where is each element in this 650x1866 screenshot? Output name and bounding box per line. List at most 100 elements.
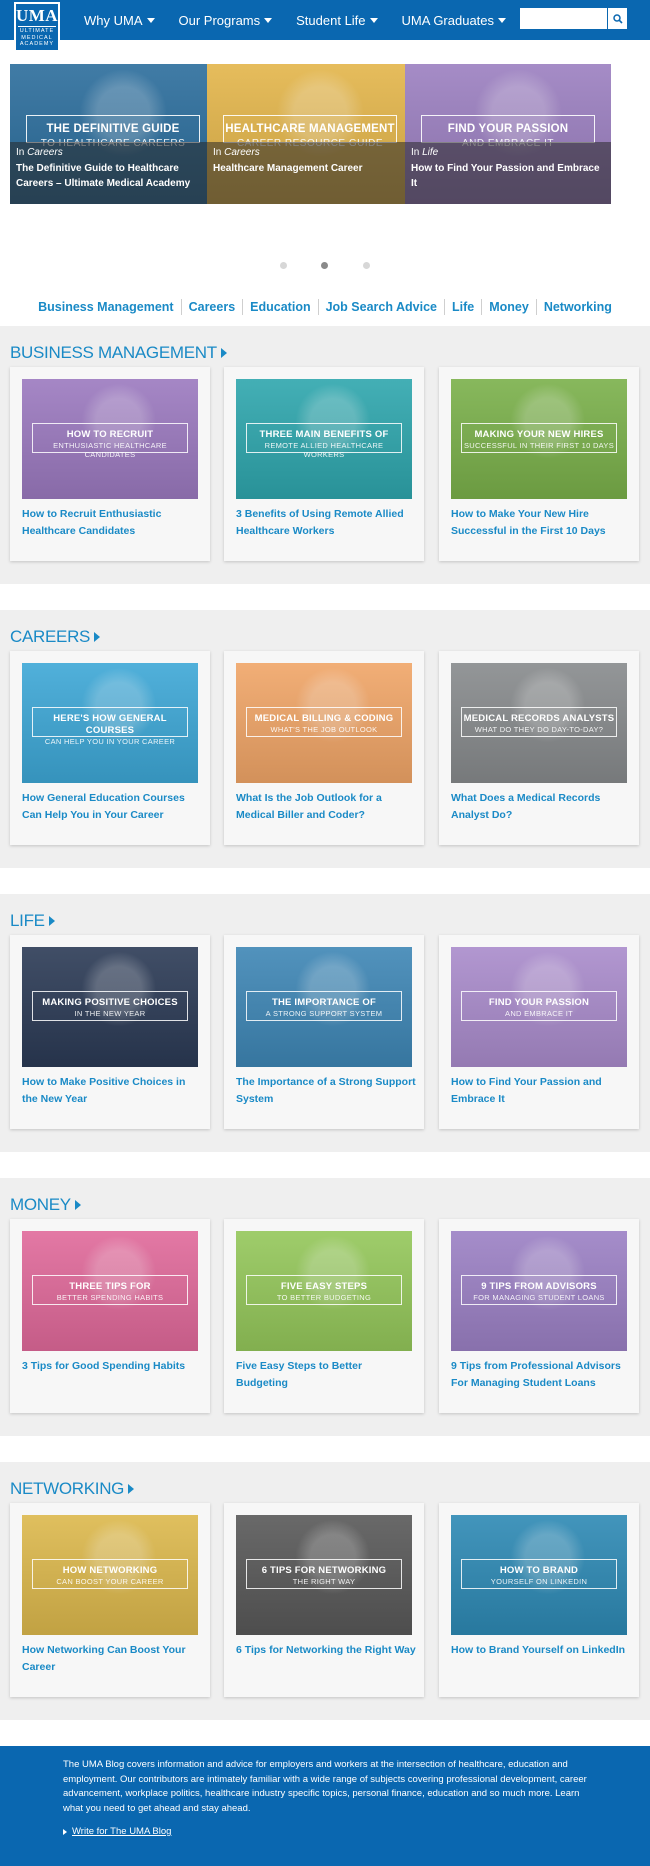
article-banner-title: THREE TIPS FOR [69, 1281, 151, 1292]
caret-down-icon [369, 17, 378, 23]
nav-student-life[interactable]: Student Life [296, 13, 378, 28]
section-spacer [0, 1152, 650, 1178]
article-image[interactable]: HOW TO RECRUIT ENTHUSIASTIC HEALTHCARE CA… [22, 379, 198, 499]
article-image[interactable]: HOW TO BRAND YOURSELF ON LINKEDIN [451, 1515, 627, 1635]
article-title-link[interactable]: 3 Tips for Good Spending Habits [22, 1358, 202, 1375]
article-title-link[interactable]: How to Brand Yourself on LinkedIn [451, 1642, 631, 1659]
triangle-right-icon [48, 916, 55, 926]
nav-why-uma[interactable]: Why UMA [84, 13, 155, 28]
article-image[interactable]: 6 TIPS FOR NETWORKING THE RIGHT WAY [236, 1515, 412, 1635]
slider-dot[interactable] [321, 262, 328, 269]
slider-dot[interactable] [363, 262, 370, 269]
article-banner-subtitle: BETTER SPENDING HABITS [56, 1293, 164, 1302]
slider-item[interactable]: HEALTHCARE MANAGEMENTCAREER RESOURCE GUI… [207, 64, 413, 204]
section-title[interactable]: LIFE [0, 910, 650, 932]
section-title-text: CAREERS [10, 627, 91, 646]
article-title-link[interactable]: How to Make Positive Choices in the New … [22, 1074, 202, 1107]
article-card[interactable]: MAKING YOUR NEW HIRES SUCCESSFUL IN THEIR… [439, 367, 639, 561]
article-image[interactable]: HOW NETWORKING CAN BOOST YOUR CAREER [22, 1515, 198, 1635]
category-link[interactable]: Life [445, 299, 483, 315]
article-image[interactable]: MEDICAL BILLING & CODING WHAT'S THE JOB O… [236, 663, 412, 783]
triangle-right-icon [128, 1484, 135, 1494]
article-image[interactable]: FIVE EASY STEPS TO BETTER BUDGETING [236, 1231, 412, 1351]
slide-title[interactable]: How to Find Your Passion and Embrace It [411, 161, 605, 191]
category-link[interactable]: Careers [182, 299, 244, 315]
category-link[interactable]: Business Management [31, 299, 182, 315]
search-input[interactable] [520, 8, 607, 29]
article-card[interactable]: 6 TIPS FOR NETWORKING THE RIGHT WAY 6 Tips… [224, 1503, 424, 1697]
slider-item[interactable]: THE DEFINITIVE GUIDETO HEALTHCARE CAREER… [10, 64, 216, 204]
article-card[interactable]: 9 TIPS FROM ADVISORS FOR MANAGING STUDENT… [439, 1219, 639, 1413]
article-banner-subtitle: REMOTE ALLIED HEALTHCARE WORKERS [264, 441, 384, 459]
article-title-link[interactable]: The Importance of a Strong Support Syste… [236, 1074, 416, 1107]
article-card[interactable]: HOW TO RECRUIT ENTHUSIASTIC HEALTHCARE CA… [10, 367, 210, 561]
slider-dot[interactable] [280, 262, 287, 269]
article-banner-subtitle: THE RIGHT WAY [292, 1577, 356, 1586]
article-card[interactable]: HOW TO BRAND YOURSELF ON LINKEDIN How to B… [439, 1503, 639, 1697]
slide-title[interactable]: The Definitive Guide to Healthcare Caree… [16, 161, 210, 191]
article-card[interactable]: FIVE EASY STEPS TO BETTER BUDGETING Five E… [224, 1219, 424, 1413]
slide-banner: FIND YOUR PASSIONAND EMBRACE IT [421, 115, 595, 149]
slide-title[interactable]: Healthcare Management Career [213, 161, 407, 176]
article-banner-title: HOW TO RECRUIT [66, 429, 154, 440]
uma-logo[interactable]: UMA ULTIMATE MEDICAL ACADEMY [14, 2, 60, 52]
article-card[interactable]: THREE MAIN BENEFITS OF REMOTE ALLIED HEAL… [224, 367, 424, 561]
slider-item[interactable]: FIND YOUR PASSIONAND EMBRACE ITIn Life Ho… [405, 64, 611, 204]
article-title-link[interactable]: How to Recruit Enthusiastic Healthcare C… [22, 506, 202, 539]
nav-uma-graduates[interactable]: UMA Graduates [402, 13, 507, 28]
article-image[interactable]: HERE'S HOW GENERAL COURSES CAN HELP YOU I… [22, 663, 198, 783]
article-card[interactable]: MEDICAL RECORDS ANALYSTS WHAT DO THEY DO … [439, 651, 639, 845]
article-image[interactable]: MAKING YOUR NEW HIRES SUCCESSFUL IN THEIR… [451, 379, 627, 499]
slide-banner-title: FIND YOUR PASSION [447, 123, 569, 135]
article-title-link[interactable]: How to Find Your Passion and Embrace It [451, 1074, 631, 1107]
slide-category[interactable]: Careers [27, 147, 63, 158]
article-card[interactable]: MEDICAL BILLING & CODING WHAT'S THE JOB O… [224, 651, 424, 845]
nav-our-programs[interactable]: Our Programs [179, 13, 273, 28]
article-card[interactable]: THE IMPORTANCE OF A STRONG SUPPORT SYSTEM… [224, 935, 424, 1129]
article-card[interactable]: THREE TIPS FOR BETTER SPENDING HABITS 3 Ti… [10, 1219, 210, 1413]
slide-category-line: In Careers [16, 147, 210, 158]
section-title[interactable]: NETWORKING [0, 1478, 650, 1500]
write-for-blog-link[interactable]: Write for The UMA Blog [72, 1826, 171, 1837]
in-prefix: In [16, 147, 28, 158]
category-link[interactable]: Money [482, 299, 537, 315]
slide-banner: THE DEFINITIVE GUIDETO HEALTHCARE CAREER… [26, 115, 200, 149]
article-title-link[interactable]: 3 Benefits of Using Remote Allied Health… [236, 506, 416, 539]
article-image[interactable]: MEDICAL RECORDS ANALYSTS WHAT DO THEY DO … [451, 663, 627, 783]
article-image[interactable]: FIND YOUR PASSION AND EMBRACE IT [451, 947, 627, 1067]
site-header: UMA ULTIMATE MEDICAL ACADEMY Why UMA Our… [0, 0, 650, 52]
search-button[interactable] [607, 8, 627, 29]
article-card[interactable]: HOW NETWORKING CAN BOOST YOUR CAREER How N… [10, 1503, 210, 1697]
category-link[interactable]: Job Search Advice [319, 299, 445, 315]
category-link[interactable]: Education [243, 299, 319, 315]
article-card[interactable]: MAKING POSITIVE CHOICES IN THE NEW YEAR Ho… [10, 935, 210, 1129]
article-image[interactable]: 9 TIPS FROM ADVISORS FOR MANAGING STUDENT… [451, 1231, 627, 1351]
article-title-link[interactable]: 6 Tips for Networking the Right Way [236, 1642, 416, 1659]
category-nav: Business Management Careers Education Job S… [0, 288, 650, 326]
article-title-link[interactable]: How Networking Can Boost Your Career [22, 1642, 202, 1675]
section-title[interactable]: MONEY [0, 1194, 650, 1216]
article-banner: 6 TIPS FOR NETWORKING THE RIGHT WAY [246, 1559, 402, 1589]
section-spacer [0, 868, 650, 894]
article-title-link[interactable]: What Is the Job Outlook for a Medical Bi… [236, 790, 416, 823]
article-card[interactable]: FIND YOUR PASSION AND EMBRACE IT How to Fi… [439, 935, 639, 1129]
article-image[interactable]: THREE TIPS FOR BETTER SPENDING HABITS [22, 1231, 198, 1351]
write-for-blog: Write for The UMA Blog [63, 1826, 590, 1837]
section-title[interactable]: BUSINESS MANAGEMENT [0, 342, 650, 364]
slide-category[interactable]: Life [422, 147, 438, 158]
article-image[interactable]: MAKING POSITIVE CHOICES IN THE NEW YEAR [22, 947, 198, 1067]
article-title-link[interactable]: What Does a Medical Records Analyst Do? [451, 790, 631, 823]
section-title[interactable]: CAREERS [0, 626, 650, 648]
article-title-link[interactable]: 9 Tips from Professional Advisors For Ma… [451, 1358, 631, 1391]
article-title-link[interactable]: How General Education Courses Can Help Y… [22, 790, 202, 823]
article-image[interactable]: THREE MAIN BENEFITS OF REMOTE ALLIED HEAL… [236, 379, 412, 499]
caret-down-icon [146, 17, 155, 23]
section-careers: CAREERS HERE'S HOW GENERAL COURSES CAN HEL… [0, 610, 650, 868]
slide-category[interactable]: Careers [224, 147, 260, 158]
article-card[interactable]: HERE'S HOW GENERAL COURSES CAN HELP YOU I… [10, 651, 210, 845]
article-title-link[interactable]: How to Make Your New Hire Successful in … [451, 506, 631, 539]
article-image[interactable]: THE IMPORTANCE OF A STRONG SUPPORT SYSTEM [236, 947, 412, 1067]
article-title-link[interactable]: Five Easy Steps to Better Budgeting [236, 1358, 416, 1391]
section-spacer [0, 584, 650, 610]
category-link[interactable]: Networking [537, 299, 619, 315]
